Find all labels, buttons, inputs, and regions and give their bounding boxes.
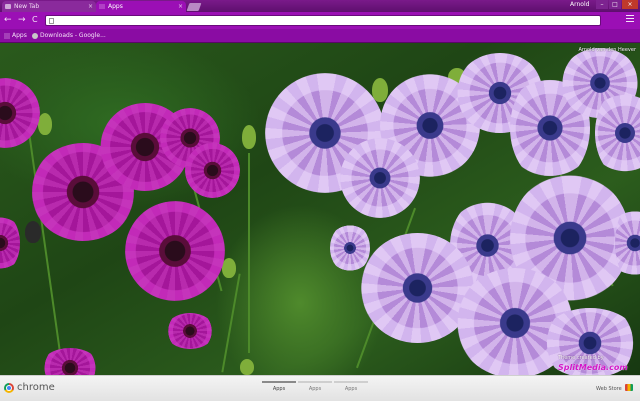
new-tab-button[interactable] xyxy=(186,3,202,11)
theme-credit-line: Theme created by xyxy=(558,355,604,361)
lilac-daisy xyxy=(340,138,420,218)
chrome-wordmark: chrome xyxy=(17,382,55,393)
back-button[interactable]: ← xyxy=(4,15,12,25)
bookmark-label: Apps xyxy=(12,32,27,39)
magenta-daisy xyxy=(165,313,215,349)
flower-bud xyxy=(242,125,256,149)
section-indicator xyxy=(298,381,332,383)
web-store-link[interactable]: Web Store xyxy=(596,386,622,392)
tab-apps[interactable]: Apps × xyxy=(96,1,186,12)
maximize-icon[interactable]: □ xyxy=(609,0,621,9)
minimize-icon[interactable]: – xyxy=(596,0,608,9)
tab-title: New Tab xyxy=(14,3,40,10)
section-indicator xyxy=(262,381,296,383)
tab-new-tab[interactable]: New Tab × xyxy=(2,1,96,12)
section-label: Apps xyxy=(308,386,322,392)
lilac-daisy xyxy=(330,223,370,273)
flower-bud xyxy=(38,113,52,135)
section-tab-apps-3[interactable]: Apps xyxy=(334,381,368,392)
window-controls: – □ × xyxy=(596,0,638,9)
bookmark-apps[interactable]: Apps xyxy=(4,29,27,42)
bookmark-label: Downloads - Google... xyxy=(40,32,106,39)
bookmarks-bar: Apps Downloads - Google... xyxy=(0,29,640,43)
reload-button[interactable]: C xyxy=(32,15,38,25)
close-window-icon[interactable]: × xyxy=(622,0,638,9)
magenta-daisy xyxy=(0,213,20,273)
magenta-daisy xyxy=(0,78,40,148)
tab-title: Apps xyxy=(108,3,123,10)
flower-bud xyxy=(222,258,236,278)
page-icon xyxy=(49,18,54,24)
chrome-logo-icon xyxy=(4,383,14,393)
forward-button[interactable]: → xyxy=(18,15,26,25)
apps-favicon-icon xyxy=(99,4,105,9)
web-store-icon[interactable] xyxy=(625,384,633,391)
flower-stem xyxy=(248,153,250,353)
downloads-page-icon xyxy=(32,32,38,39)
theme-credit-site[interactable]: SplitMedia.com xyxy=(558,363,628,372)
magenta-daisy xyxy=(125,201,225,301)
new-tab-favicon-icon xyxy=(5,4,11,9)
bookmark-downloads[interactable]: Downloads - Google... xyxy=(32,29,106,42)
toolbar: ← → C xyxy=(0,12,640,29)
tab-strip: New Tab × Apps × Arnold – □ × xyxy=(0,0,640,12)
section-label: Apps xyxy=(344,386,358,392)
omnibox[interactable] xyxy=(45,15,601,26)
flower-bud xyxy=(25,221,41,243)
apps-grid-icon xyxy=(4,32,10,39)
ntp-footer: chrome Apps Apps Apps Web Store xyxy=(0,375,640,401)
theme-background-image xyxy=(0,43,640,375)
magenta-daisy xyxy=(185,143,240,198)
flower-bud xyxy=(240,359,254,375)
theme-profile-name: Arnold van den Heever xyxy=(578,47,636,53)
flower-stem xyxy=(221,273,241,373)
section-tab-apps-2[interactable]: Apps xyxy=(298,381,332,392)
section-tab-apps[interactable]: Apps xyxy=(262,381,296,392)
profile-button[interactable]: Arnold xyxy=(570,1,589,8)
magenta-daisy xyxy=(40,348,100,375)
section-label: Apps xyxy=(272,386,286,392)
close-tab-icon[interactable]: × xyxy=(88,1,93,12)
chrome-menu-icon[interactable] xyxy=(626,15,634,24)
section-indicator xyxy=(334,381,368,383)
close-tab-icon[interactable]: × xyxy=(178,1,183,12)
